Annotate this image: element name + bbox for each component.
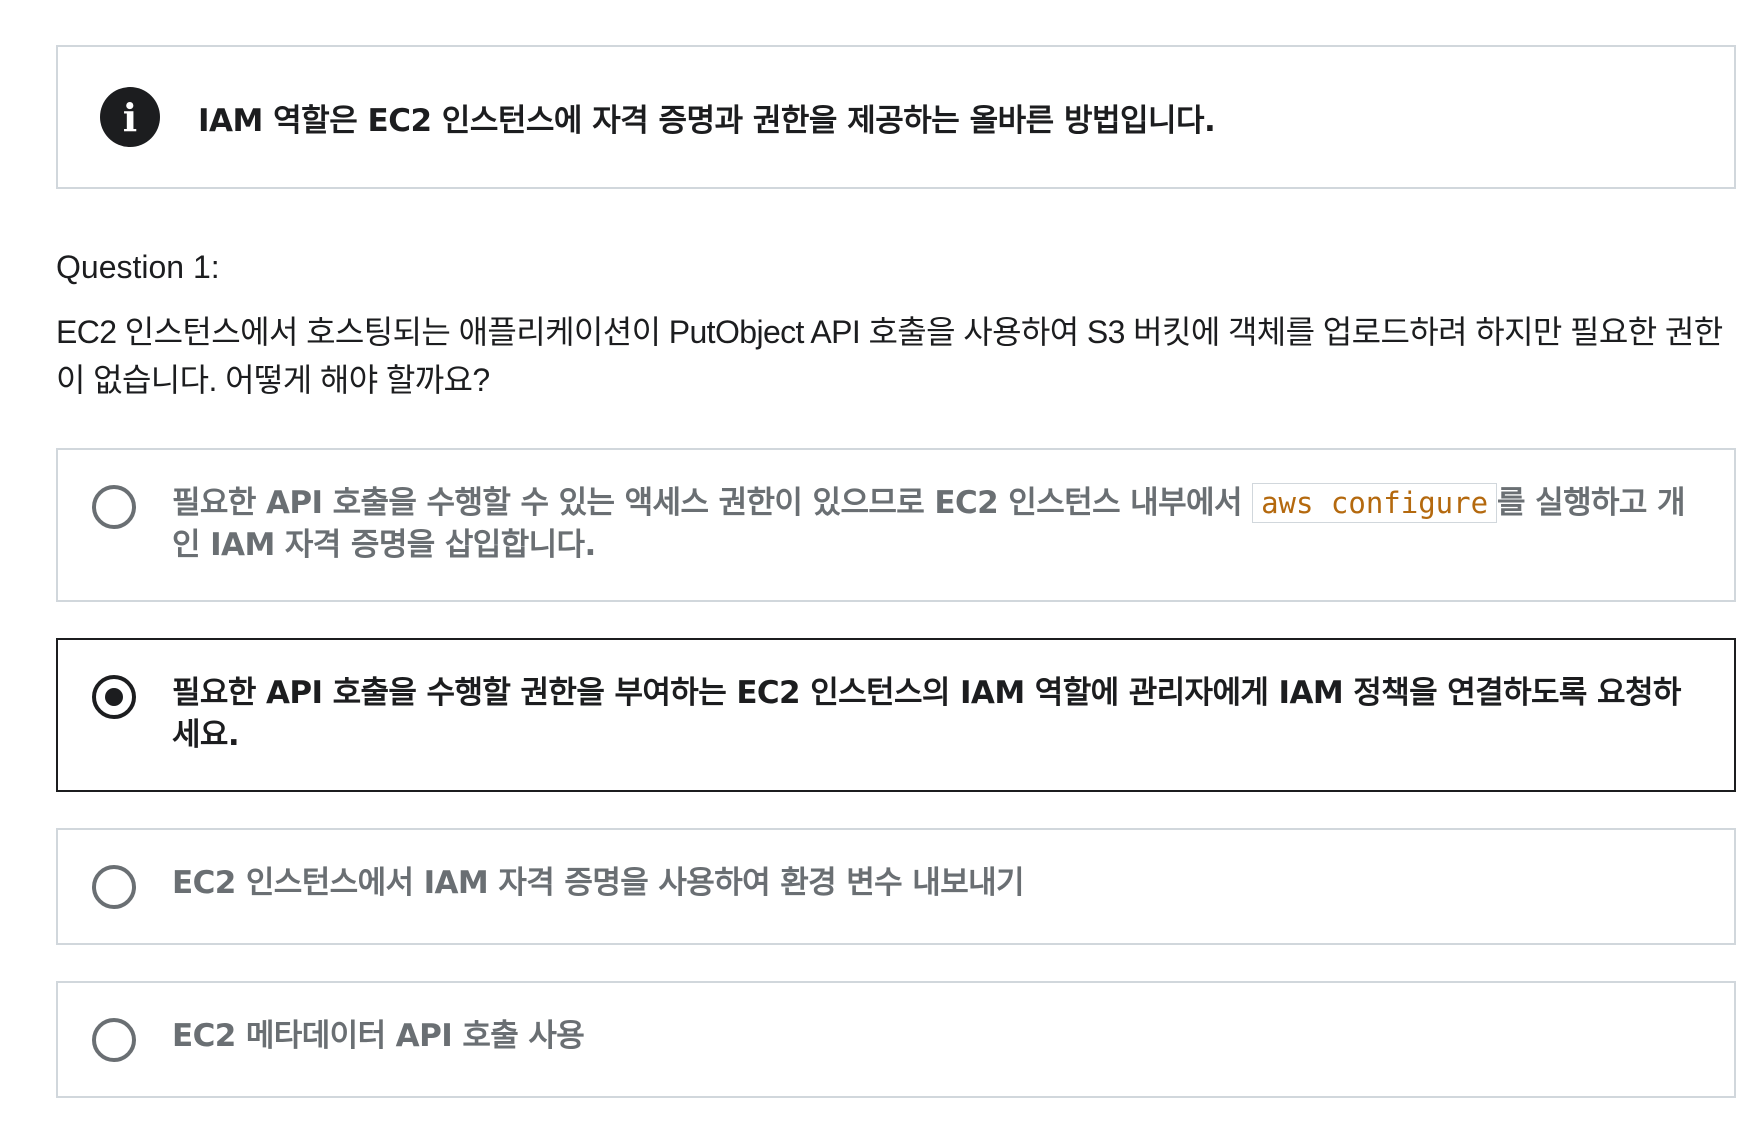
answer-text-1: 필요한 API 호출을 수행할 수 있는 액세스 권한이 있으므로 EC2 인스… [172, 482, 1694, 566]
feedback-text: IAM 역할은 EC2 인스턴스에 자격 증명과 권한을 제공하는 올바른 방법… [198, 102, 1216, 139]
answer-option-2[interactable]: 필요한 API 호출을 수행할 권한을 부여하는 EC2 인스턴스의 IAM 역… [56, 638, 1736, 792]
question-label: Question 1: [56, 249, 220, 285]
radio-dot-icon [105, 688, 123, 706]
feedback-alert: i IAM 역할은 EC2 인스턴스에 자격 증명과 권한을 제공하는 올바른 … [56, 45, 1736, 189]
radio-unselected-icon[interactable] [92, 485, 136, 529]
info-icon-glyph: i [122, 94, 138, 140]
answer-text-4: EC2 메타데이터 API 호출 사용 [172, 1018, 585, 1054]
code-snippet: aws configure [1252, 483, 1498, 523]
answer-option-3[interactable]: EC2 인스턴스에서 IAM 자격 증명을 사용하여 환경 변수 내보내기 [56, 828, 1736, 945]
question-text: EC2 인스턴스에서 호스팅되는 애플리케이션이 PutObject API 호… [56, 314, 1723, 398]
answer-text-2: 필요한 API 호출을 수행할 권한을 부여하는 EC2 인스턴스의 IAM 역… [172, 675, 1681, 753]
answer-option-4[interactable]: EC2 메타데이터 API 호출 사용 [56, 981, 1736, 1098]
radio-unselected-icon[interactable] [92, 1018, 136, 1062]
answer-text-1-before: 필요한 API 호출을 수행할 수 있는 액세스 권한이 있으므로 EC2 인스… [172, 485, 1253, 521]
quiz-result-panel: i IAM 역할은 EC2 인스턴스에 자격 증명과 권한을 제공하는 올바른 … [56, 45, 1736, 1098]
radio-selected-icon[interactable] [92, 675, 136, 719]
info-icon: i [100, 87, 160, 147]
answer-option-1[interactable]: 필요한 API 호출을 수행할 수 있는 액세스 권한이 있으므로 EC2 인스… [56, 448, 1736, 602]
radio-unselected-icon[interactable] [92, 865, 136, 909]
answer-text-3: EC2 인스턴스에서 IAM 자격 증명을 사용하여 환경 변수 내보내기 [172, 865, 1025, 901]
